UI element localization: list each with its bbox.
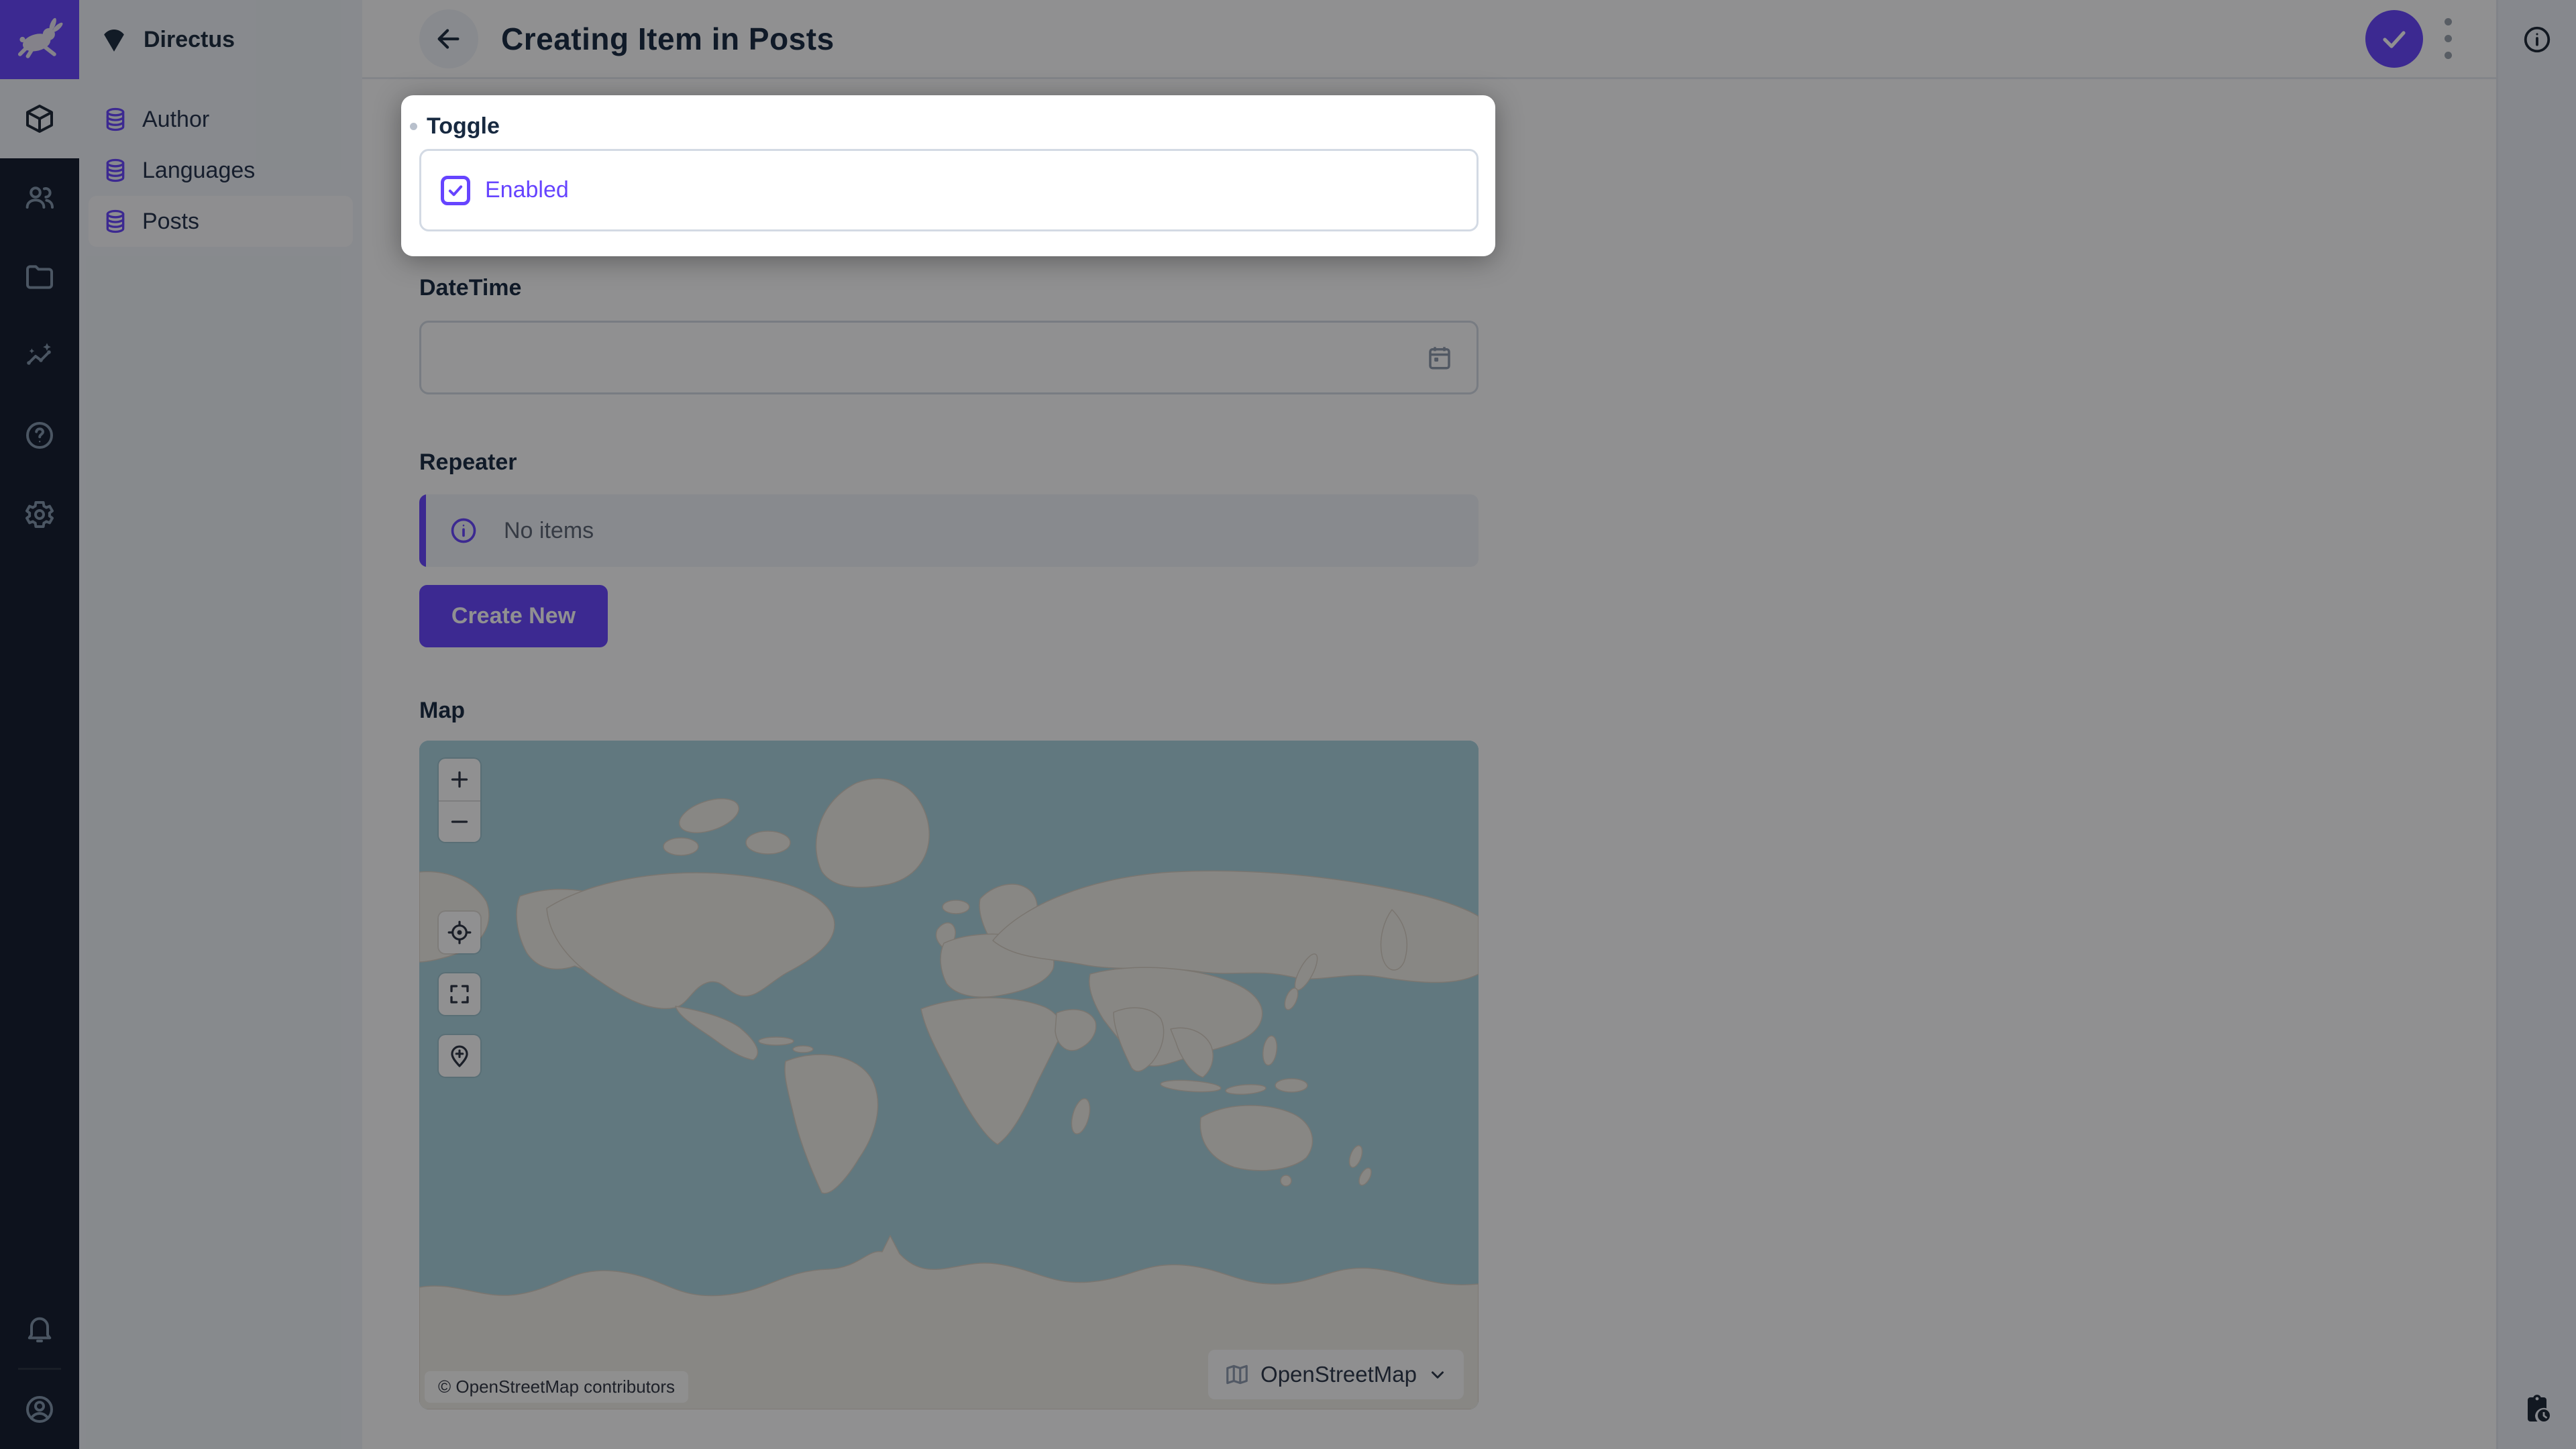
toggle-field-spotlight: Toggle Enabled [401, 95, 1495, 256]
toggle-label-row: Toggle [419, 111, 1479, 141]
checkbox-checked-icon[interactable] [441, 176, 470, 205]
toggle-checkbox-label: Enabled [485, 177, 569, 203]
field-edited-dot [410, 123, 417, 130]
toggle-input[interactable]: Enabled [419, 149, 1479, 231]
toggle-label: Toggle [427, 113, 500, 140]
